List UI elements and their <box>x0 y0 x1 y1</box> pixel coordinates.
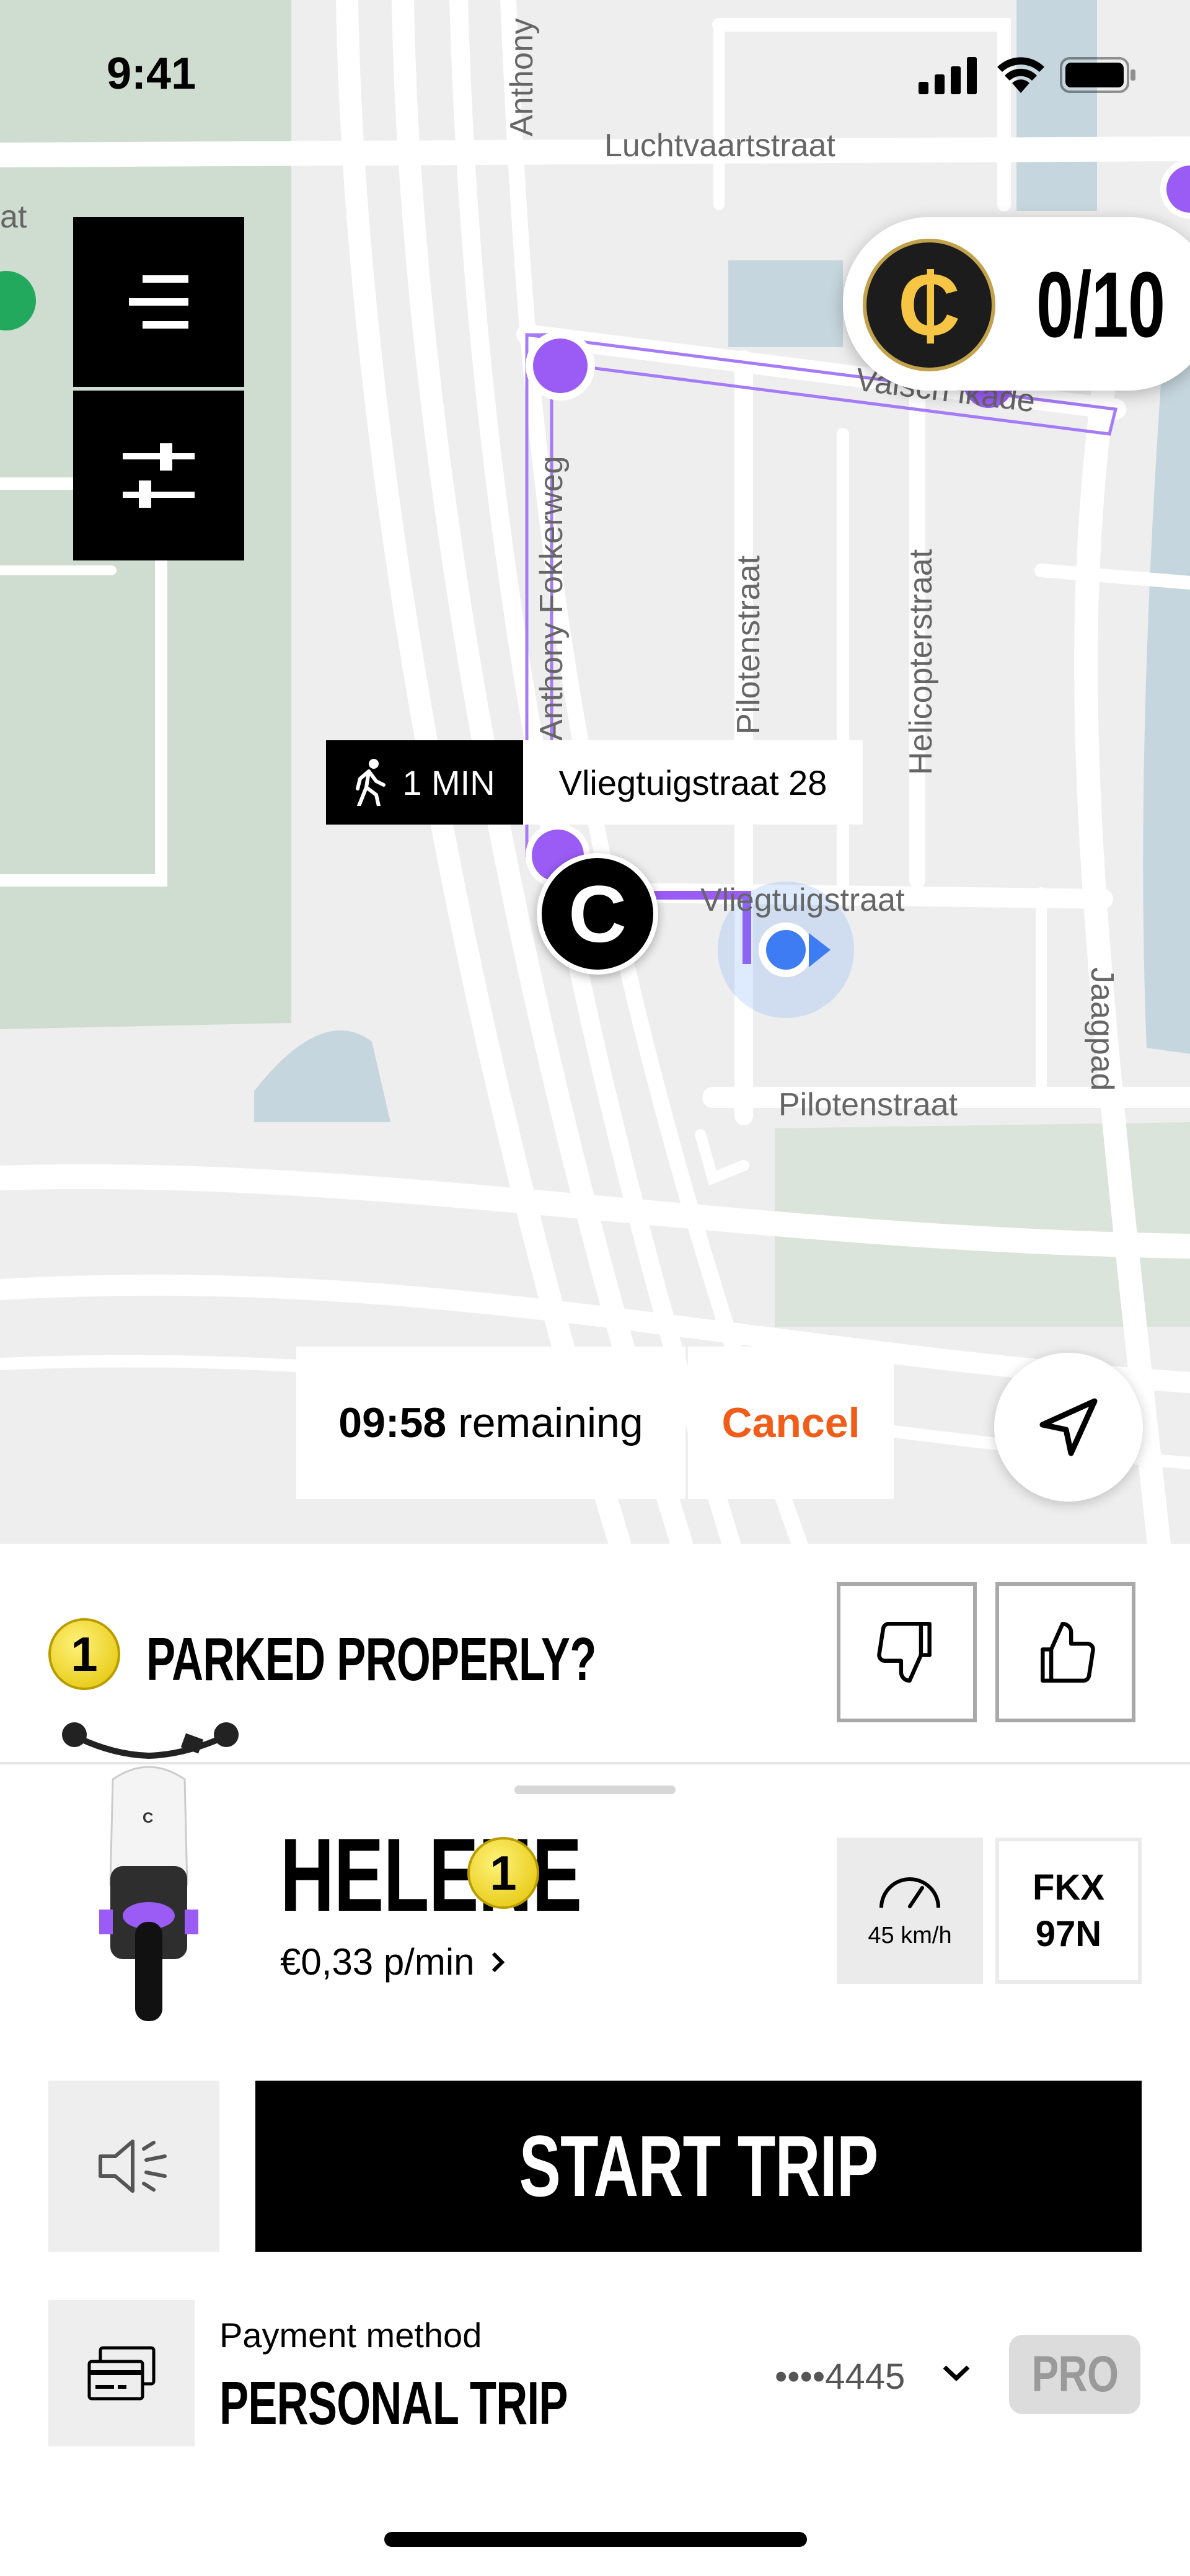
battery-icon <box>1060 57 1135 93</box>
filter-icon <box>123 443 195 508</box>
coin-count: 0/10 <box>1036 252 1165 356</box>
price-link[interactable]: €0,33 p/min <box>280 1941 507 1983</box>
signal-icon <box>919 57 977 94</box>
thumbs-down-button[interactable] <box>837 1582 977 1722</box>
max-speed-box: 45 km/h <box>837 1838 983 1984</box>
license-plate-box: FKX 97N <box>995 1838 1142 1984</box>
walk-address: Vliegtuigstraat 28 <box>523 740 863 825</box>
street-label-edge-fragment: at <box>0 199 27 235</box>
speaker-icon <box>99 2140 167 2193</box>
parked-properly-label: PARKED PROPERLY? <box>146 1625 596 1693</box>
street-label-pilotenstraat-vertical: Pilotenstraat <box>731 555 767 735</box>
pro-label: PRO <box>1031 2346 1119 2402</box>
ring-scooter-button[interactable] <box>48 2081 219 2252</box>
payment-type[interactable]: PERSONAL TRIP <box>219 2368 568 2438</box>
payment-card-icon <box>87 2346 156 2401</box>
thumbs-up-button[interactable] <box>995 1582 1135 1722</box>
reservation-time: 09:58 <box>338 1399 447 1446</box>
street-label-vliegtuigstraat: Vliegtuigstraat <box>700 882 905 918</box>
max-speed-value: 45 km/h <box>868 1922 952 1949</box>
thumbs-up-icon <box>1041 1621 1095 1683</box>
street-label-luchtvaartstraat: Luchtvaartstraat <box>604 128 835 164</box>
parked-coin-icon: 1 <box>48 1618 120 1690</box>
status-time: 9:41 <box>107 49 196 99</box>
home-indicator[interactable] <box>384 2532 807 2547</box>
plate-line-2: 97N <box>1035 1914 1102 1954</box>
locate-arrow-icon <box>1039 1398 1098 1456</box>
street-label-pilotenstraat: Pilotenstraat <box>778 1087 958 1123</box>
payment-method-label: Payment method <box>219 2316 482 2355</box>
vehicle-coin-icon: 1 <box>467 1837 539 1909</box>
street-label-helicopterstraat: Helicopterstraat <box>903 549 939 775</box>
scooter-image: C <box>62 1722 239 2021</box>
walk-icon <box>356 759 386 806</box>
thumbs-down-icon <box>877 1621 932 1683</box>
street-label-anthony-fokkerweg: Anthony Fokkerweg <box>534 456 570 741</box>
coin-icon: ₵ <box>863 239 995 371</box>
walk-time: 1 MIN <box>402 763 495 802</box>
chevron-right-icon <box>491 1952 505 1972</box>
street-label-anthony: Anthony <box>504 18 540 136</box>
start-trip-button[interactable]: START TRIP <box>255 2081 1142 2252</box>
plate-line-1: FKX <box>1033 1867 1104 1908</box>
pro-badge[interactable]: PRO <box>1009 2335 1140 2414</box>
menu-button[interactable] <box>73 217 244 387</box>
street-label-jaagpad: Jaagpad <box>1084 967 1120 1091</box>
sheet-drag-handle[interactable] <box>514 1786 676 1794</box>
payment-icon-box[interactable] <box>48 2300 195 2446</box>
start-trip-label: START TRIP <box>519 2117 879 2215</box>
reservation-suffix: remaining <box>446 1399 643 1446</box>
speedometer-icon <box>879 1877 940 1908</box>
selected-scooter-pin[interactable]: C <box>537 853 658 975</box>
cancel-reservation-button[interactable]: Cancel <box>688 1347 894 1499</box>
reservation-timer: 09:58 remaining <box>296 1347 685 1499</box>
svg-text:C: C <box>143 1810 153 1826</box>
filter-button[interactable] <box>73 391 244 560</box>
chevron-down-icon[interactable] <box>941 2362 972 2384</box>
card-number: ••••4445 <box>775 2357 906 2397</box>
walk-time-badge: 1 MIN <box>326 740 523 825</box>
price-per-minute: €0,33 p/min <box>280 1941 475 1983</box>
wifi-icon <box>997 57 1044 93</box>
locate-button[interactable] <box>994 1353 1143 1502</box>
menu-icon <box>129 275 188 329</box>
